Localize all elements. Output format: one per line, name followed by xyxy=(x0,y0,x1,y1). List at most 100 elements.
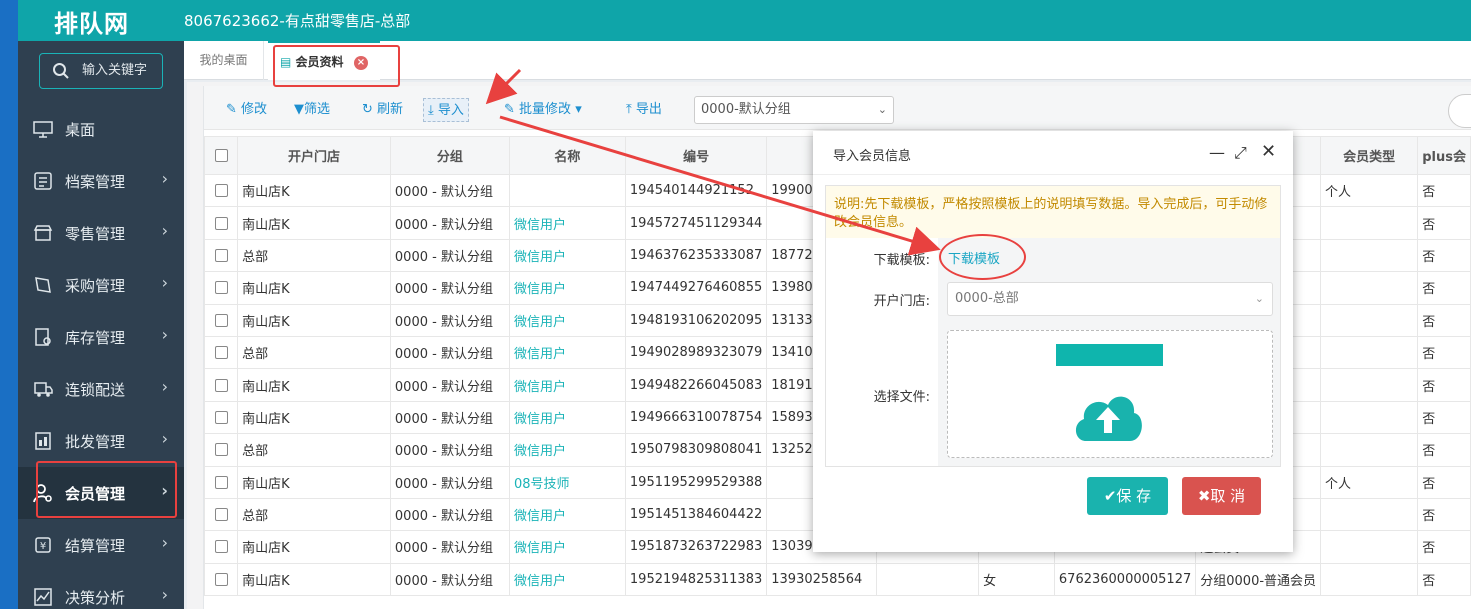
search-button[interactable] xyxy=(1448,94,1471,128)
col-code[interactable]: 编号 xyxy=(624,136,768,175)
cell-code: 1945727451129344 xyxy=(624,206,768,240)
sidebar-item-label: 零售管理 xyxy=(65,225,126,243)
row-checkbox-cell[interactable] xyxy=(203,433,239,467)
cell-type xyxy=(1320,238,1419,273)
row-checkbox-cell[interactable] xyxy=(203,465,239,499)
sidebar-item-analysis[interactable]: 决策分析 › xyxy=(18,571,184,609)
cell-type xyxy=(1320,433,1419,467)
col-name[interactable]: 名称 xyxy=(508,136,626,175)
close-icon[interactable]: ✕ xyxy=(1261,141,1276,162)
file-dropzone[interactable] xyxy=(947,330,1273,458)
sidebar-item-purchase[interactable]: 采购管理 › xyxy=(18,259,184,311)
cell-plus: 否 xyxy=(1417,400,1471,435)
group-select[interactable]: 0000-默认分组 ⌄ xyxy=(694,96,894,124)
cell-name: 08号技师 xyxy=(508,465,626,499)
truck-icon xyxy=(34,382,53,397)
minimize-icon[interactable]: — xyxy=(1209,143,1225,162)
checkbox[interactable] xyxy=(214,216,228,230)
cell-plus: 否 xyxy=(1417,530,1471,564)
sidebar-item-desktop[interactable]: 桌面 xyxy=(18,103,184,155)
checkbox[interactable] xyxy=(214,508,228,522)
checkbox[interactable] xyxy=(214,149,228,162)
col-member-type[interactable]: 会员类型 xyxy=(1320,136,1419,175)
chevron-right-icon: › xyxy=(161,273,168,292)
sidebar-search-input[interactable]: 输入关键字 xyxy=(39,53,163,89)
checkbox[interactable] xyxy=(214,313,228,327)
cell-type xyxy=(1320,368,1419,402)
cancel-label: 取 消 xyxy=(1210,487,1246,505)
checkbox[interactable] xyxy=(214,410,228,424)
cell-code: 1949028989323079 xyxy=(624,335,768,370)
cloud-upload-icon[interactable] xyxy=(1072,387,1144,443)
store-title: 8067623662-有点甜零售店-总部 xyxy=(184,12,411,30)
row-checkbox-cell[interactable] xyxy=(203,271,239,305)
cancel-button[interactable]: ✖取 消 xyxy=(1182,477,1261,515)
filter-label: 筛选 xyxy=(304,102,331,117)
open-store-label: 开户门店: xyxy=(873,294,930,309)
sidebar-item-retail[interactable]: 零售管理 › xyxy=(18,207,184,259)
cell-store: 南山店K xyxy=(237,465,391,499)
select-all-checkbox[interactable] xyxy=(203,136,239,175)
filter-button[interactable]: ▼筛选 xyxy=(290,98,334,122)
check-icon: ✔ xyxy=(1103,487,1117,505)
cell-group: 0000 - 默认分组 xyxy=(389,303,510,337)
cell-plus: 否 xyxy=(1417,368,1471,402)
open-store-select[interactable]: 0000-总部 ⌄ xyxy=(947,282,1273,316)
row-checkbox-cell[interactable] xyxy=(203,173,239,208)
cell-code: 1950798309808041 xyxy=(624,433,768,467)
sidebar-item-settlement[interactable]: ¥ 结算管理 › xyxy=(18,519,184,571)
cell-code: 1951451384604422 xyxy=(624,497,768,532)
sidebar-item-distribution[interactable]: 连锁配送 › xyxy=(18,363,184,415)
checkbox[interactable] xyxy=(214,346,228,360)
cell-name: 微信用户 xyxy=(508,497,626,532)
cell-name: 微信用户 xyxy=(508,335,626,370)
col-plus[interactable]: plus会 xyxy=(1417,136,1471,175)
row-checkbox-cell[interactable] xyxy=(203,368,239,402)
checkbox[interactable] xyxy=(214,572,228,586)
batch-edit-button[interactable]: ✎ 批量修改 ▾ xyxy=(500,98,586,122)
sidebar-edge-strip xyxy=(0,41,18,609)
save-button[interactable]: ✔保 存 xyxy=(1087,477,1168,515)
col-group[interactable]: 分组 xyxy=(389,136,510,175)
checkbox[interactable] xyxy=(214,378,228,392)
cell-store: 总部 xyxy=(237,238,391,273)
row-checkbox-cell[interactable] xyxy=(203,303,239,337)
row-checkbox-cell[interactable] xyxy=(203,530,239,564)
checkbox[interactable] xyxy=(214,281,228,295)
checkbox[interactable] xyxy=(214,248,228,262)
checkbox[interactable] xyxy=(214,475,228,489)
export-icon: ⤒ xyxy=(626,102,632,117)
row-checkbox-cell[interactable] xyxy=(203,562,239,597)
toolbar: ✎ 修改 ▼筛选 ↻ 刷新 ⤓ 导入 ✎ 批量修改 ▾ ⤒ 导出 0000-默认… xyxy=(204,86,1471,130)
col-store[interactable]: 开户门店 xyxy=(237,136,391,175)
sidebar-item-inventory[interactable]: 库存管理 › xyxy=(18,311,184,363)
import-button[interactable]: ⤓ 导入 xyxy=(423,98,469,122)
refresh-button[interactable]: ↻ 刷新 xyxy=(358,98,407,122)
dialog-title: 导入会员信息 xyxy=(833,149,912,164)
cell-card: 6762360000005127 xyxy=(1053,562,1197,597)
tab-my-desktop[interactable]: 我的桌面 xyxy=(184,41,264,80)
row-checkbox-cell[interactable] xyxy=(203,497,239,532)
edit-button[interactable]: ✎ 修改 xyxy=(222,98,271,122)
export-button[interactable]: ⤒ 导出 xyxy=(622,98,666,122)
sidebar-item-label: 批发管理 xyxy=(65,433,126,451)
batch-edit-icon: ✎ xyxy=(504,102,515,117)
row-checkbox-cell[interactable] xyxy=(203,400,239,435)
sidebar-item-label: 档案管理 xyxy=(65,173,126,191)
maximize-icon[interactable]: ⤢ xyxy=(1234,143,1247,163)
row-checkbox-cell[interactable] xyxy=(203,238,239,273)
cell-store: 总部 xyxy=(237,433,391,467)
cell-code: 1946376235333087 xyxy=(624,238,768,273)
checkbox[interactable] xyxy=(214,540,228,554)
checkbox[interactable] xyxy=(214,184,228,198)
refresh-icon: ↻ xyxy=(362,102,373,117)
wholesale-icon xyxy=(35,432,51,450)
checkbox[interactable] xyxy=(214,443,228,457)
row-checkbox-cell[interactable] xyxy=(203,335,239,370)
window-edge-strip xyxy=(0,0,18,41)
cell-code: 1951195299529388 xyxy=(624,465,768,499)
sidebar-item-archive[interactable]: 档案管理 › xyxy=(18,155,184,207)
sidebar-item-wholesale[interactable]: 批发管理 › xyxy=(18,415,184,467)
table-row[interactable]: 南山店K 0000 - 默认分组 微信用户 1952194825311383 13930… xyxy=(203,562,1471,597)
row-checkbox-cell[interactable] xyxy=(203,206,239,240)
